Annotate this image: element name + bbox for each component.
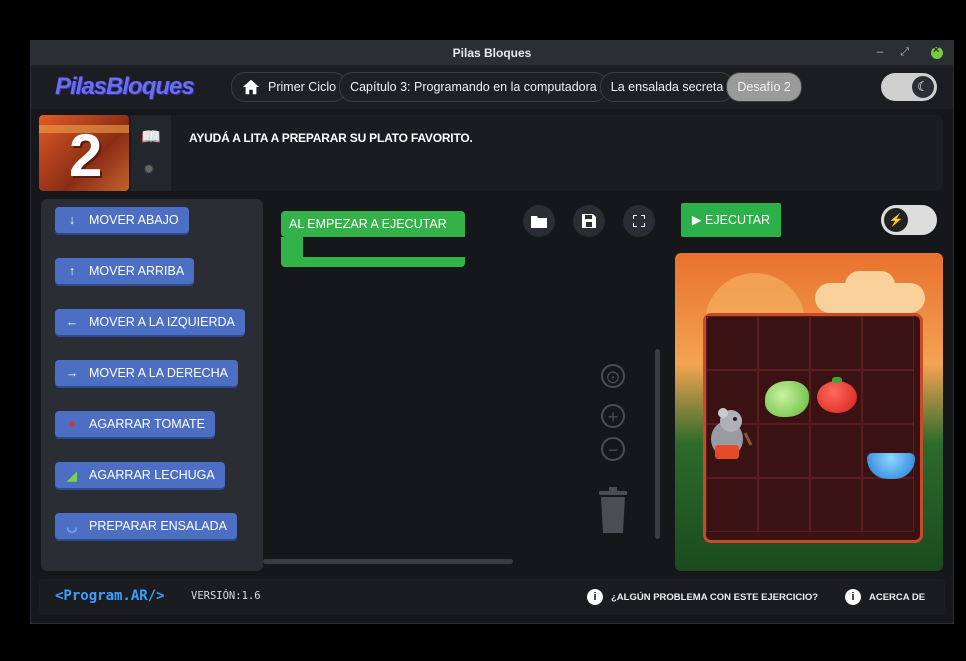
tomato-icon: ● — [68, 417, 76, 431]
vertical-scrollbar[interactable] — [655, 349, 660, 539]
info-icon: i — [845, 589, 861, 605]
about-link[interactable]: i ACERCA DE — [845, 589, 925, 605]
bolt-icon: ⚡ — [884, 208, 908, 232]
run-label: EJECUTAR — [705, 213, 771, 227]
about-link-label: ACERCA DE — [869, 591, 926, 603]
block-agarrar-tomate[interactable]: ● AGARRAR TOMATE — [55, 411, 215, 437]
play-icon: ▶ — [691, 213, 706, 227]
close-button[interactable] — [931, 44, 943, 59]
block-label: AGARRAR TOMATE — [89, 417, 205, 431]
arrow-right-icon: → — [65, 366, 79, 380]
lightbulb-icon[interactable]: ✹ — [143, 161, 155, 178]
block-label: MOVER ARRIBA — [89, 264, 185, 278]
bowl-icon: ◡ — [66, 519, 78, 534]
horizontal-scrollbar[interactable] — [263, 559, 513, 564]
home-icon — [242, 79, 260, 95]
game-scene — [675, 253, 943, 571]
programar-logo[interactable]: <Program.AR/> — [55, 588, 165, 604]
fullscreen-icon[interactable] — [623, 205, 655, 237]
run-bar: ▶ EJECUTAR ⚡ — [675, 199, 943, 245]
block-mover-derecha[interactable]: → MOVER A LA DERECHA — [55, 360, 238, 386]
zoom-in-icon[interactable]: + — [601, 404, 625, 428]
turbo-toggle[interactable]: ⚡ — [881, 205, 937, 235]
problem-link[interactable]: i ¿ALGÚN PROBLEMA CON ESTE EJERCICIO? — [587, 589, 818, 605]
zoom-out-icon[interactable]: − — [601, 437, 625, 461]
challenge-side-icons: 📖 ✹ — [131, 115, 171, 191]
recenter-icon[interactable]: ⊙ — [601, 364, 625, 388]
block-label: MOVER ABAJO — [89, 213, 179, 227]
event-block-arm — [281, 237, 303, 259]
version-label: VERSIÓN:1.6 — [191, 590, 261, 602]
challenge-banner: 2 📖 ✹ AYUDÁ A LITA A PREPARAR SU PLATO F… — [39, 115, 943, 191]
folder-icon[interactable] — [523, 205, 555, 237]
lita-character — [711, 408, 753, 459]
block-label: AGARRAR LECHUGA — [89, 468, 215, 482]
block-preparar-ensalada[interactable]: ◡ PREPARAR ENSALADA — [55, 513, 238, 539]
window-title: Pilas Bloques — [452, 46, 532, 60]
cloud-decoration — [845, 271, 895, 299]
block-label: MOVER A LA IZQUIERDA — [89, 315, 235, 329]
breadcrumb-label: Primer Ciclo — [268, 80, 337, 94]
theme-toggle[interactable]: ☾ — [881, 73, 937, 101]
lettuce-icon: ◢ — [67, 468, 77, 483]
app-logo[interactable]: PilasBloques — [55, 73, 195, 101]
arrow-up-icon: ↑ — [68, 264, 76, 278]
breadcrumb-primer-ciclo[interactable]: Primer Ciclo — [231, 72, 348, 102]
breadcrumb-desafio[interactable]: Desafío 2 — [726, 72, 802, 102]
challenge-badge: 2 — [39, 115, 129, 191]
event-block-foot — [281, 257, 465, 267]
breadcrumb-ensalada[interactable]: La ensalada secreta — [599, 72, 735, 102]
event-block-al-empezar[interactable]: AL EMPEZAR A EJECUTAR — [281, 211, 465, 237]
footer: <Program.AR/> VERSIÓN:1.6 i ¿ALGÚN PROBLE… — [39, 579, 945, 615]
info-icon: i — [587, 589, 603, 605]
arrow-down-icon: ↓ — [68, 213, 76, 227]
block-agarrar-lechuga[interactable]: ◢ AGARRAR LECHUGA — [55, 462, 225, 488]
title-bar: Pilas Bloques – ⤢ — [31, 41, 953, 65]
challenge-instruction: AYUDÁ A LITA A PREPARAR SU PLATO FAVORIT… — [189, 131, 473, 145]
book-icon[interactable]: 📖 — [141, 127, 161, 147]
breadcrumb-capitulo[interactable]: Capítulo 3: Programando en la computador… — [339, 72, 608, 102]
app-window: Pilas Bloques – ⤢ PilasBloques Primer Ci… — [30, 40, 954, 624]
tomato-sprite — [817, 377, 857, 413]
block-mover-arriba[interactable]: ↑ MOVER ARRIBA — [55, 258, 195, 284]
trash-icon[interactable] — [597, 487, 629, 535]
block-label: PREPARAR ENSALADA — [89, 519, 228, 533]
minimize-button[interactable]: – — [877, 46, 883, 58]
workspace[interactable]: AL EMPEZAR A EJECUTAR ⊙ + − — [263, 199, 667, 571]
lettuce-sprite — [765, 381, 809, 417]
block-mover-izquierda[interactable]: ← MOVER A LA IZQUIERDA — [55, 309, 245, 335]
save-icon[interactable] — [573, 205, 605, 237]
moon-icon: ☾ — [912, 76, 934, 98]
block-label: MOVER A LA DERECHA — [89, 366, 228, 380]
toolbox: ↓ MOVER ABAJO ↑ MOVER ARRIBA ← MOVER A LA I… — [41, 199, 263, 571]
breadcrumb: Primer Ciclo Capítulo 3: Programando en … — [231, 72, 802, 102]
run-button[interactable]: ▶ EJECUTAR — [681, 203, 781, 237]
challenge-number: 2 — [69, 122, 103, 189]
arrow-left-icon: ← — [65, 315, 79, 329]
maximize-button[interactable]: ⤢ — [900, 46, 909, 59]
block-mover-abajo[interactable]: ↓ MOVER ABAJO — [55, 207, 189, 233]
problem-link-label: ¿ALGÚN PROBLEMA CON ESTE EJERCICIO? — [611, 591, 819, 603]
top-bar: PilasBloques Primer Ciclo Capítulo 3: Pr… — [31, 65, 953, 109]
